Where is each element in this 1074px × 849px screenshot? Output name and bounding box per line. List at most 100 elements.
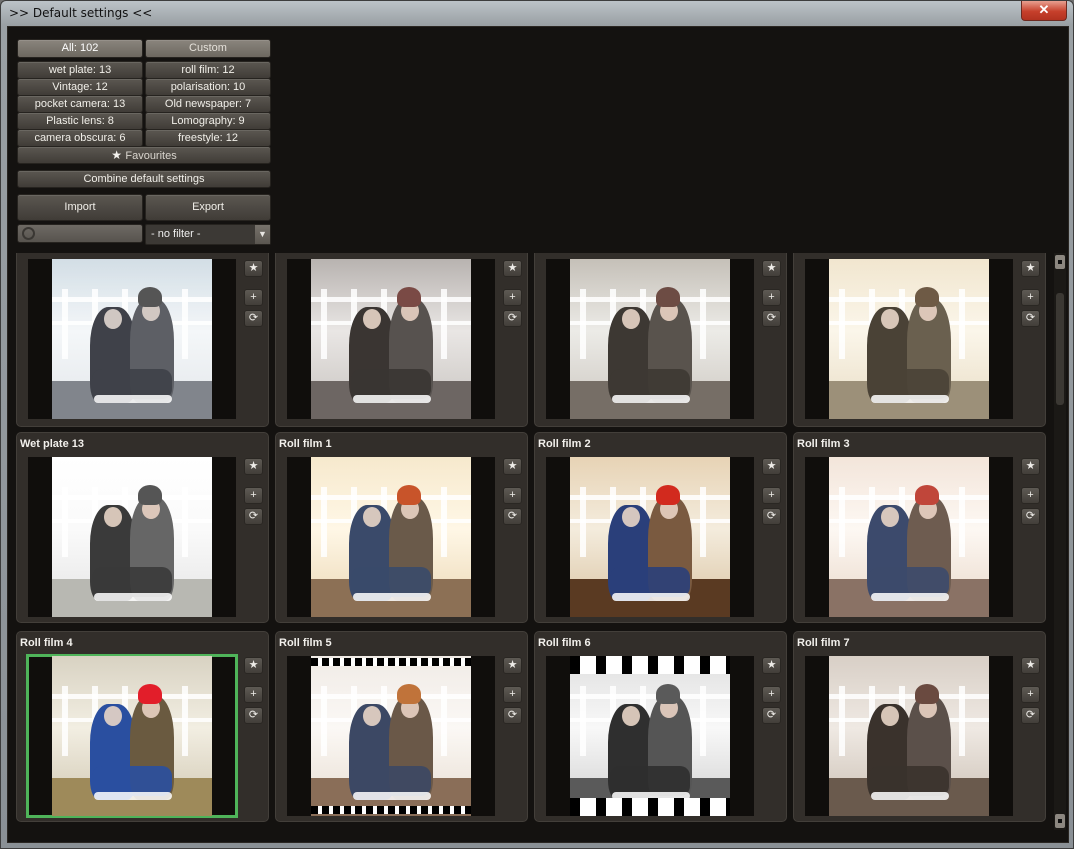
favourite-star-icon[interactable]: ★	[244, 260, 263, 277]
preset-preview-image[interactable]	[829, 259, 989, 419]
preset-card[interactable]: Roll film 1 ★ + ⟳	[275, 432, 528, 623]
favourite-star-icon[interactable]: ★	[762, 260, 781, 277]
favourite-star-icon[interactable]: ★	[762, 458, 781, 475]
category-button-polarisation[interactable]: polarisation: 10	[145, 78, 271, 96]
reset-icon[interactable]: ⟳	[1021, 707, 1040, 724]
preset-preview-image[interactable]	[829, 457, 989, 617]
category-button-wet-plate[interactable]: wet plate: 13	[17, 61, 143, 79]
scroll-up-button[interactable]	[1055, 255, 1065, 269]
reset-icon[interactable]: ⟳	[762, 310, 781, 327]
category-button-roll-film[interactable]: roll film: 12	[145, 61, 271, 79]
preset-preview-image[interactable]	[829, 656, 989, 816]
preset-preview-image[interactable]	[311, 457, 471, 617]
preset-thumbnail-frame[interactable]	[546, 457, 754, 617]
favourites-button[interactable]: ★ Favourites	[17, 146, 271, 164]
category-all-button[interactable]: All: 102	[17, 39, 143, 58]
preset-card[interactable]: Roll film 4 ★ + ⟳	[16, 631, 269, 822]
preset-card[interactable]: ★ + ⟳	[275, 253, 528, 427]
reset-icon[interactable]: ⟳	[503, 707, 522, 724]
add-preset-icon[interactable]: +	[1021, 289, 1040, 306]
search-input[interactable]	[17, 224, 143, 243]
reset-icon[interactable]: ⟳	[503, 310, 522, 327]
category-button-freestyle[interactable]: freestyle: 12	[145, 129, 271, 147]
close-button[interactable]: ✕	[1021, 1, 1067, 21]
preset-card[interactable]: ★ + ⟳	[793, 253, 1046, 427]
preset-card[interactable]: Roll film 3 ★ + ⟳	[793, 432, 1046, 623]
category-button-camera-obscura[interactable]: camera obscura: 6	[17, 129, 143, 147]
preset-preview-image[interactable]	[311, 259, 471, 419]
favourites-label: Favourites	[125, 150, 177, 162]
reset-icon[interactable]: ⟳	[244, 310, 263, 327]
favourite-star-icon[interactable]: ★	[503, 260, 522, 277]
favourite-star-icon[interactable]: ★	[503, 458, 522, 475]
preset-card[interactable]: Roll film 6 ★ + ⟳	[534, 631, 787, 822]
category-button-lomography[interactable]: Lomography: 9	[145, 112, 271, 130]
category-button-plastic-lens[interactable]: Plastic lens: 8	[17, 112, 143, 130]
scrollbar-thumb[interactable]	[1056, 293, 1064, 405]
preset-thumbnail-frame[interactable]	[287, 259, 495, 419]
preset-preview-image[interactable]	[52, 656, 212, 816]
preset-thumbnail-frame[interactable]	[287, 656, 495, 816]
reset-icon[interactable]: ⟳	[1021, 310, 1040, 327]
reset-icon[interactable]: ⟳	[762, 508, 781, 525]
reset-icon[interactable]: ⟳	[1021, 508, 1040, 525]
category-button-vintage[interactable]: Vintage: 12	[17, 78, 143, 96]
window-title: >> Default settings <<	[9, 6, 153, 20]
favourite-star-icon[interactable]: ★	[1021, 260, 1040, 277]
preset-card[interactable]: ★ + ⟳	[16, 253, 269, 427]
reset-icon[interactable]: ⟳	[244, 707, 263, 724]
favourite-star-icon[interactable]: ★	[244, 657, 263, 674]
preset-preview-image[interactable]	[570, 259, 730, 419]
add-preset-icon[interactable]: +	[244, 686, 263, 703]
reset-icon[interactable]: ⟳	[762, 707, 781, 724]
preset-card[interactable]: ★ + ⟳	[534, 253, 787, 427]
preset-title: Roll film 4	[20, 637, 73, 649]
preset-preview-image[interactable]	[52, 259, 212, 419]
add-preset-icon[interactable]: +	[503, 686, 522, 703]
add-preset-icon[interactable]: +	[762, 686, 781, 703]
preset-thumbnail-frame[interactable]	[546, 259, 754, 419]
preset-preview-image[interactable]	[52, 457, 212, 617]
reset-icon[interactable]: ⟳	[244, 508, 263, 525]
preset-thumbnail-frame[interactable]	[805, 457, 1013, 617]
favourite-star-icon[interactable]: ★	[1021, 657, 1040, 674]
favourite-star-icon[interactable]: ★	[503, 657, 522, 674]
combine-settings-button[interactable]: Combine default settings	[17, 170, 271, 188]
preset-thumbnail-frame[interactable]	[28, 259, 236, 419]
add-preset-icon[interactable]: +	[1021, 487, 1040, 504]
preset-preview-image[interactable]	[311, 656, 471, 816]
preset-card[interactable]: Roll film 5 ★ + ⟳	[275, 631, 528, 822]
preset-thumbnail-frame[interactable]	[546, 656, 754, 816]
preset-preview-image[interactable]	[570, 457, 730, 617]
category-custom-button[interactable]: Custom	[145, 39, 271, 58]
reset-icon[interactable]: ⟳	[503, 508, 522, 525]
import-button[interactable]: Import	[17, 194, 143, 221]
category-button-old-newspaper[interactable]: Old newspaper: 7	[145, 95, 271, 113]
favourite-star-icon[interactable]: ★	[762, 657, 781, 674]
add-preset-icon[interactable]: +	[762, 289, 781, 306]
preset-preview-image[interactable]	[570, 656, 730, 816]
export-button[interactable]: Export	[145, 194, 271, 221]
preset-thumbnail-frame[interactable]	[28, 457, 236, 617]
scroll-down-button[interactable]	[1055, 814, 1065, 828]
favourite-star-icon[interactable]: ★	[244, 458, 263, 475]
preset-thumbnail-frame[interactable]	[805, 656, 1013, 816]
preset-thumbnail-frame[interactable]	[805, 259, 1013, 419]
add-preset-icon[interactable]: +	[503, 289, 522, 306]
chevron-down-icon[interactable]: ▼	[255, 225, 270, 244]
vertical-scrollbar[interactable]	[1054, 253, 1066, 830]
title-bar[interactable]: >> Default settings << ✕	[1, 1, 1073, 25]
add-preset-icon[interactable]: +	[503, 487, 522, 504]
add-preset-icon[interactable]: +	[244, 487, 263, 504]
filter-dropdown[interactable]: - no filter - ▼	[145, 224, 271, 245]
add-preset-icon[interactable]: +	[762, 487, 781, 504]
add-preset-icon[interactable]: +	[1021, 686, 1040, 703]
add-preset-icon[interactable]: +	[244, 289, 263, 306]
preset-thumbnail-frame[interactable]	[287, 457, 495, 617]
preset-card[interactable]: Roll film 2 ★ + ⟳	[534, 432, 787, 623]
category-button-pocket-camera[interactable]: pocket camera: 13	[17, 95, 143, 113]
preset-thumbnail-frame[interactable]	[26, 654, 238, 818]
preset-card[interactable]: Roll film 7 ★ + ⟳	[793, 631, 1046, 822]
favourite-star-icon[interactable]: ★	[1021, 458, 1040, 475]
preset-card[interactable]: Wet plate 13 ★ + ⟳	[16, 432, 269, 623]
